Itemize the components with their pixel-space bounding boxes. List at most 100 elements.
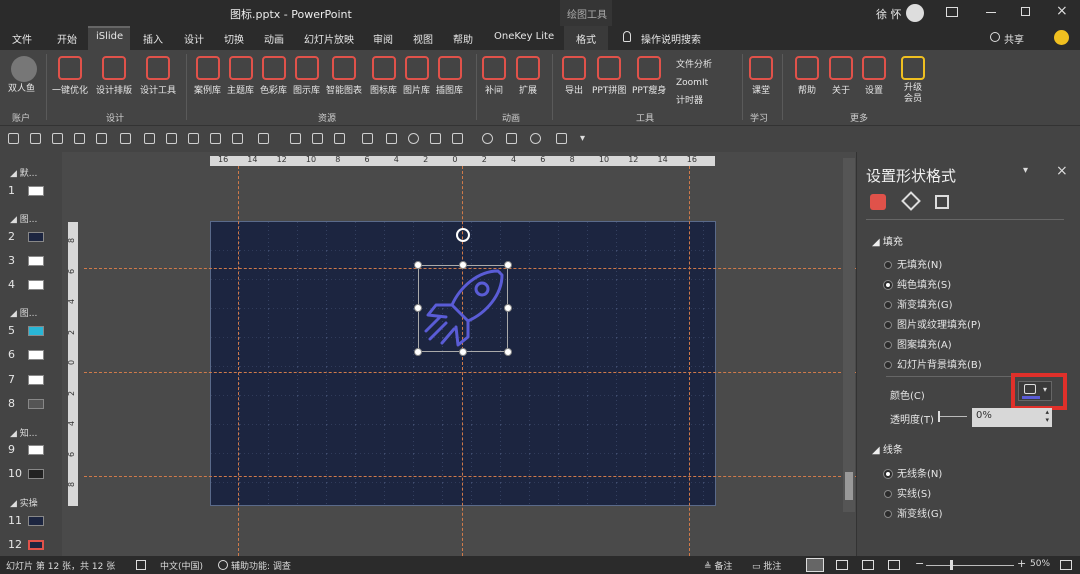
share-button[interactable]: 共享 [1004,31,1024,46]
rocket-icon[interactable] [418,265,508,352]
document-icon[interactable] [362,133,373,144]
solid-line-option[interactable]: 实线(S) [884,485,931,500]
extend-button[interactable]: 扩展 [516,56,540,96]
guide-line[interactable] [84,372,856,373]
line-section-header[interactable]: ◢ 线条 [872,441,903,456]
pane-options-icon[interactable]: ▾ [1023,165,1028,176]
tab-format[interactable]: 格式 [576,31,596,46]
tab-transitions[interactable]: 切换 [224,31,244,46]
slide-thumb-3[interactable] [28,256,44,266]
flip-icon[interactable] [452,133,463,144]
guide-line[interactable] [84,476,856,477]
classroom-button[interactable]: 课堂 [749,56,773,96]
slide-thumb-5[interactable] [28,326,44,336]
tab-onekey[interactable]: OneKey Lite [494,31,554,42]
smart-chart-button[interactable]: 智能图表 [326,56,362,96]
tab-islide[interactable]: iSlide [96,31,123,42]
gradient-line-option[interactable]: 渐变线(G) [884,505,943,520]
design-layout-button[interactable]: 设计排版 [96,56,132,96]
section-2[interactable]: ◢ 图... [10,212,37,225]
transparency-slider-thumb[interactable] [938,411,940,422]
undo-icon[interactable] [30,133,41,144]
notes-button[interactable]: ≜ 备注 [704,559,732,572]
diagram-library-button[interactable]: 图示库 [293,56,320,96]
file-analysis-button[interactable]: 文件分析 [676,56,712,74]
fill-section-header[interactable]: ◢ 填充 [872,233,903,248]
smiley-icon[interactable] [1054,30,1069,45]
picture-fill-option[interactable]: 图片或纹理填充(P) [884,316,981,331]
about-button[interactable]: 关于 [829,56,853,96]
zoom-slider[interactable] [926,565,1014,566]
slideshow-icon[interactable] [888,560,900,570]
zoomit-button[interactable]: ZoomIt [676,74,712,92]
qat-more-icon[interactable]: ▾ [580,133,585,144]
fit-to-window-icon[interactable] [1060,560,1072,570]
tab-view[interactable]: 视图 [413,31,433,46]
group-shapes-icon[interactable] [210,133,221,144]
timer-button[interactable]: 计时器 [676,92,712,110]
table-icon[interactable] [312,133,323,144]
ribbon-display-icon[interactable] [946,7,958,17]
account-avatar[interactable] [11,56,37,82]
tab-design[interactable]: 设计 [184,31,204,46]
redo-icon[interactable] [52,133,63,144]
zoom-slider-thumb[interactable] [950,560,953,570]
guide-line[interactable] [462,166,463,556]
zoom-in-icon[interactable]: + [1017,557,1026,570]
image-library-button[interactable]: 图片库 [403,56,430,96]
slide-thumb-8[interactable] [28,399,44,409]
user-name[interactable]: 徐 怀 [876,6,902,22]
ppt-puzzle-button[interactable]: PPT拼图 [592,56,626,96]
tab-home[interactable]: 开始 [57,31,77,46]
minimize-icon[interactable] [986,12,996,13]
accessibility-status[interactable]: 辅助功能: 调查 [231,559,291,572]
crop-icon[interactable] [188,133,199,144]
save-icon[interactable] [8,133,19,144]
pane-close-icon[interactable]: × [1056,163,1068,179]
screenshot-icon[interactable] [120,133,131,144]
color-picker-button[interactable]: ▾ [1018,381,1052,401]
help-button[interactable]: 帮助 [795,56,819,96]
rectangle-icon[interactable] [506,133,517,144]
start-slideshow-icon[interactable] [74,133,85,144]
guide-line[interactable] [689,166,690,556]
tab-help[interactable]: 帮助 [453,31,473,46]
slide-thumb-2[interactable] [28,232,44,242]
section-5[interactable]: ◢ 实操 [10,496,38,509]
reading-view-icon[interactable] [862,560,874,570]
slide-thumb-6[interactable] [28,350,44,360]
distribute-icon[interactable] [430,133,441,144]
tab-insert[interactable]: 插入 [143,31,163,46]
account-name[interactable]: 双人鱼 [8,84,46,95]
oval-icon[interactable] [530,133,541,144]
text-box-icon[interactable] [290,133,301,144]
section-1[interactable]: ◢ 默... [10,166,37,179]
tween-button[interactable]: 补间 [482,56,506,96]
section-4[interactable]: ◢ 知... [10,426,37,439]
gradient-fill-option[interactable]: 渐变填充(G) [884,296,953,311]
no-fill-option[interactable]: 无填充(N) [884,256,942,271]
maximize-icon[interactable] [1021,7,1030,16]
solid-fill-option[interactable]: 纯色填充(S) [884,276,951,291]
align-icon[interactable] [166,133,177,144]
no-line-option[interactable]: 无线条(N) [884,465,942,480]
transparency-slider[interactable] [939,416,967,417]
zoom-out-icon[interactable]: − [915,557,924,570]
export-button[interactable]: 导出 [562,56,586,96]
rotate-handle-icon[interactable] [456,228,470,242]
normal-view-icon[interactable] [806,558,824,572]
zoom-level[interactable]: 50% [1030,559,1050,569]
tab-slideshow[interactable]: 幻灯片放映 [304,31,354,46]
section-3[interactable]: ◢ 图... [10,306,37,319]
square-icon[interactable] [556,133,567,144]
circle-icon[interactable] [408,133,419,144]
line-spacing-icon[interactable] [334,133,345,144]
slide-thumb-12-selected[interactable] [28,540,44,550]
comments-button[interactable]: ▭ 批注 [752,559,781,572]
ellipse-icon[interactable] [482,133,493,144]
slide-thumb-9[interactable] [28,445,44,455]
guide-line[interactable] [238,166,239,556]
print-icon[interactable] [144,133,155,144]
slide-background-fill-option[interactable]: 幻灯片背景填充(B) [884,356,982,371]
tab-file[interactable]: 文件 [12,31,32,46]
